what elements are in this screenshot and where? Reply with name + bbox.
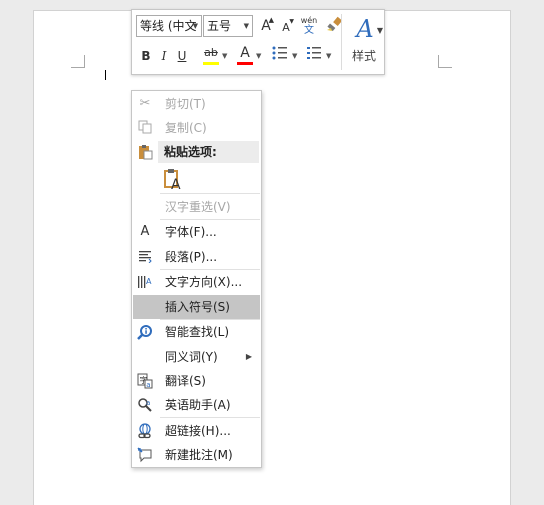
clipboard-icon <box>137 144 153 160</box>
font-size-value: 五号 <box>207 19 232 33</box>
chevron-down-icon[interactable]: ▼ <box>193 16 198 36</box>
bullets-icon <box>272 46 287 60</box>
comment-icon <box>137 447 153 463</box>
scissors-icon: ✂ <box>139 96 151 111</box>
bullets-button[interactable] <box>270 46 290 66</box>
chevron-down-icon[interactable]: ▼ <box>292 46 297 66</box>
shrink-font-button[interactable]: A ▼ <box>279 18 294 38</box>
toolbar-divider <box>341 14 342 70</box>
phonetic-bottom-text: 文 <box>304 25 314 36</box>
chevron-down-icon[interactable]: ▼ <box>222 46 227 66</box>
menu-item-reconvert[interactable]: 汉字重选(V) <box>133 195 260 219</box>
menu-item-insert-symbol[interactable]: 插入符号(S) <box>133 295 260 319</box>
menu-item-smart-lookup[interactable]: 智能查找(L) <box>133 320 260 344</box>
caret-up-icon: ▲ <box>268 16 274 24</box>
font-name-combo[interactable]: 等线 (中文 ▼ <box>136 15 202 37</box>
menu-item-hyperlink-label: 超链接(H)... <box>165 424 231 438</box>
menu-item-copy[interactable]: 复制(C) <box>133 116 260 140</box>
chevron-down-icon: ▼ <box>376 26 383 35</box>
crop-mark-top-left <box>71 55 85 68</box>
menu-item-synonyms-label: 同义词(Y) <box>165 350 218 364</box>
menu-item-cut-label: 剪切(T) <box>165 97 206 111</box>
chevron-down-icon[interactable]: ▼ <box>256 46 261 66</box>
numbering-button[interactable] <box>304 46 324 66</box>
underline-button[interactable]: U <box>174 46 190 66</box>
highlight-color-bar <box>203 62 219 65</box>
paste-text-only-icon: A <box>164 169 181 193</box>
font-color-bar <box>237 62 253 65</box>
menu-item-smart-lookup-label: 智能查找(L) <box>165 325 230 339</box>
numbering-icon <box>307 47 321 59</box>
svg-text:A: A <box>146 277 152 286</box>
menu-item-english-assistant-label: 英语助手(A) <box>165 398 231 412</box>
text-direction-icon: A <box>137 274 153 290</box>
menu-item-hyperlink[interactable]: 超链接(H)... <box>133 419 260 443</box>
svg-text:a: a <box>146 399 150 407</box>
search-icon <box>137 324 153 340</box>
styles-icon[interactable]: A ▼ <box>350 14 383 44</box>
bold-button[interactable]: B <box>138 46 154 66</box>
mini-toolbar: 等线 (中文 ▼ 五号 ▼ A ▲ A ▼ wén 文 B I U ab ▼ A ▼… <box>131 9 385 75</box>
menu-item-translate-label: 翻译(S) <box>165 374 206 388</box>
english-assistant-icon: a <box>137 397 153 413</box>
menu-item-translate[interactable]: 字a 翻译(S) <box>133 369 260 393</box>
menu-item-text-direction-label: 文字方向(X)... <box>165 275 243 289</box>
menu-item-copy-label: 复制(C) <box>165 121 207 135</box>
highlight-button[interactable]: ab <box>202 43 220 63</box>
menu-item-paragraph[interactable]: 段落(P)... <box>133 245 260 269</box>
menu-item-font-label: 字体(F)... <box>165 225 217 239</box>
menu-item-font[interactable]: A 字体(F)... <box>133 220 260 244</box>
grow-font-button[interactable]: A ▲ <box>258 16 274 36</box>
chevron-down-icon[interactable]: ▼ <box>326 46 331 66</box>
paste-options-header: 粘贴选项: <box>158 141 259 163</box>
document-page[interactable] <box>33 10 511 505</box>
chevron-down-icon[interactable]: ▼ <box>244 16 249 36</box>
paste-keep-text-only-button[interactable]: A <box>162 167 186 193</box>
menu-item-cut[interactable]: ✂ 剪切(T) <box>133 92 260 116</box>
menu-separator <box>160 193 260 194</box>
copy-icon <box>137 120 153 136</box>
font-name-value: 等线 (中文 <box>140 19 197 33</box>
svg-text:A: A <box>171 177 181 191</box>
translate-icon: 字a <box>137 373 153 389</box>
chevron-right-icon: ▶ <box>245 352 252 361</box>
menu-item-english-assistant[interactable]: a 英语助手(A) <box>133 393 260 417</box>
menu-item-reconvert-label: 汉字重选(V) <box>165 200 231 214</box>
italic-button[interactable]: I <box>156 46 172 66</box>
menu-item-insert-symbol-label: 插入符号(S) <box>165 300 230 314</box>
font-icon: A <box>140 224 150 239</box>
crop-mark-top-right <box>438 55 452 68</box>
text-cursor <box>105 70 106 80</box>
paste-options-label: 粘贴选项: <box>164 145 217 159</box>
menu-item-synonyms[interactable]: 同义词(Y) ▶ <box>133 345 260 369</box>
menu-item-text-direction[interactable]: A 文字方向(X)... <box>133 270 260 294</box>
menu-separator <box>160 417 260 418</box>
hyperlink-icon <box>137 423 153 439</box>
styles-label[interactable]: 样式 <box>344 47 384 64</box>
font-color-button[interactable]: A <box>236 43 254 63</box>
caret-down-icon: ▼ <box>289 18 294 25</box>
font-size-combo[interactable]: 五号 ▼ <box>203 15 253 37</box>
context-menu: ✂ 剪切(T) 复制(C) 粘贴选项: A 汉字重选(V) A 字体(F)...… <box>131 90 262 468</box>
phonetic-guide-button[interactable]: wén 文 <box>298 16 320 36</box>
menu-item-new-comment-label: 新建批注(M) <box>165 448 233 462</box>
menu-item-paragraph-label: 段落(P)... <box>165 250 218 264</box>
menu-item-new-comment[interactable]: 新建批注(M) <box>133 443 260 467</box>
paragraph-icon <box>137 249 153 265</box>
svg-text:a: a <box>146 381 150 389</box>
